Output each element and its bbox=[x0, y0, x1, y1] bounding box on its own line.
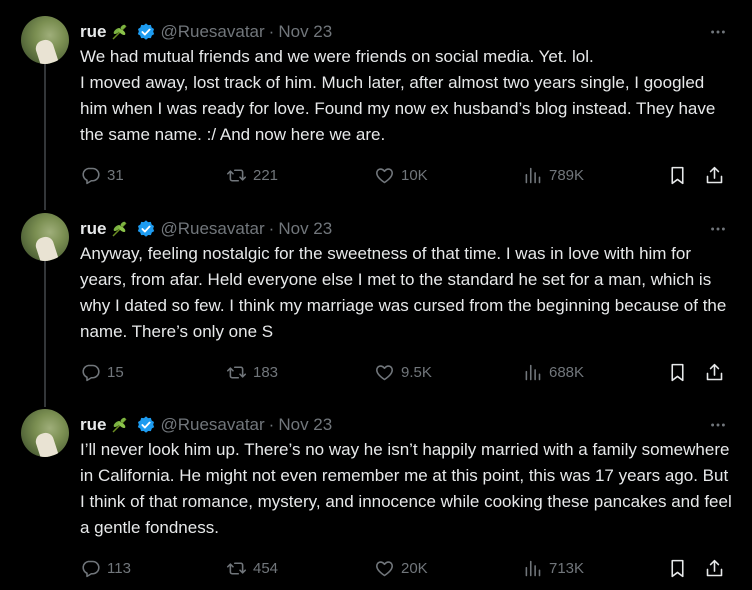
display-name[interactable]: rue bbox=[80, 219, 106, 239]
more-dots-icon[interactable] bbox=[708, 415, 728, 435]
tweet-actions: 31 221 10K 789K bbox=[78, 160, 738, 190]
tweet-3[interactable]: rue @Ruesavatar · Nov 23 I’ll never look… bbox=[0, 393, 752, 590]
bookmark-button[interactable] bbox=[667, 160, 688, 190]
share-icon bbox=[706, 166, 723, 183]
display-name[interactable]: rue bbox=[80, 22, 106, 42]
views-chart-icon bbox=[525, 560, 541, 576]
tweet-text: Anyway, feeling nostalgic for the sweetn… bbox=[80, 244, 732, 341]
heart-icon bbox=[376, 167, 393, 183]
like-count: 9.5K bbox=[401, 363, 432, 381]
separator-dot: · bbox=[268, 219, 275, 238]
tweet-2[interactable]: rue @Ruesavatar · Nov 23 Anyway, feeling… bbox=[0, 197, 752, 407]
tweet-actions: 113 454 20K 713K bbox=[78, 553, 738, 583]
tweet-header: rue @Ruesavatar · Nov 23 bbox=[80, 20, 332, 44]
share-icon bbox=[706, 363, 723, 380]
tweet-header: rue @Ruesavatar · Nov 23 bbox=[80, 413, 332, 437]
views-count: 789K bbox=[549, 166, 585, 184]
leaf-emoji-icon bbox=[110, 415, 130, 435]
user-handle[interactable]: @Ruesavatar bbox=[160, 22, 264, 42]
tweet-date[interactable]: Nov 23 bbox=[278, 22, 332, 42]
like-button[interactable]: 10K bbox=[374, 160, 428, 190]
like-button[interactable]: 20K bbox=[374, 553, 428, 583]
views-button[interactable]: 688K bbox=[522, 357, 584, 387]
like-button[interactable]: 9.5K bbox=[374, 357, 432, 387]
reply-count: 15 bbox=[107, 363, 124, 381]
verified-badge-icon[interactable] bbox=[136, 219, 156, 239]
tweet-actions: 15 183 9.5K 688K bbox=[78, 357, 738, 387]
reply-icon bbox=[82, 364, 100, 381]
retweet-icon bbox=[226, 365, 247, 379]
display-name[interactable]: rue bbox=[80, 415, 106, 435]
views-button[interactable]: 789K bbox=[522, 160, 584, 190]
bookmark-button[interactable] bbox=[667, 553, 688, 583]
heart-icon bbox=[376, 560, 393, 576]
tweet-text: I’ll never look him up. There’s no way h… bbox=[80, 440, 737, 537]
retweet-count: 454 bbox=[253, 559, 279, 577]
reply-icon bbox=[82, 560, 100, 577]
bookmark-icon bbox=[671, 363, 684, 381]
thread-connector-line bbox=[44, 257, 46, 407]
retweet-icon bbox=[226, 561, 247, 575]
user-handle[interactable]: @Ruesavatar bbox=[160, 219, 264, 239]
share-button[interactable] bbox=[704, 160, 725, 190]
retweet-icon bbox=[226, 168, 247, 182]
bookmark-icon bbox=[671, 559, 684, 577]
reply-icon bbox=[82, 167, 100, 184]
avatar[interactable] bbox=[21, 409, 69, 457]
views-count: 713K bbox=[549, 559, 585, 577]
reply-button[interactable]: 31 bbox=[80, 160, 124, 190]
retweet-count: 183 bbox=[253, 363, 279, 381]
leaf-emoji-icon bbox=[110, 219, 130, 239]
like-count: 10K bbox=[401, 166, 428, 184]
retweet-button[interactable]: 454 bbox=[226, 553, 278, 583]
leaf-emoji-icon bbox=[110, 22, 130, 42]
verified-badge-icon[interactable] bbox=[136, 22, 156, 42]
share-button[interactable] bbox=[704, 357, 725, 387]
tweet-date[interactable]: Nov 23 bbox=[278, 219, 332, 239]
avatar[interactable] bbox=[21, 213, 69, 261]
retweet-button[interactable]: 183 bbox=[226, 357, 278, 387]
reply-button[interactable]: 15 bbox=[80, 357, 124, 387]
views-button[interactable]: 713K bbox=[522, 553, 584, 583]
more-dots-icon[interactable] bbox=[708, 22, 728, 42]
separator-dot: · bbox=[268, 415, 275, 434]
tweet-header: rue @Ruesavatar · Nov 23 bbox=[80, 217, 332, 241]
share-button[interactable] bbox=[704, 553, 725, 583]
verified-badge-icon[interactable] bbox=[136, 415, 156, 435]
separator-dot: · bbox=[268, 22, 275, 41]
more-dots-icon[interactable] bbox=[708, 219, 728, 239]
views-chart-icon bbox=[525, 167, 541, 183]
share-icon bbox=[706, 559, 723, 576]
retweet-button[interactable]: 221 bbox=[226, 160, 278, 190]
views-count: 688K bbox=[549, 363, 585, 381]
heart-icon bbox=[376, 364, 393, 380]
reply-button[interactable]: 113 bbox=[80, 553, 131, 583]
tweet-text: We had mutual friends and we were friend… bbox=[80, 47, 716, 144]
avatar[interactable] bbox=[21, 16, 69, 64]
reply-count: 31 bbox=[107, 166, 124, 184]
views-chart-icon bbox=[525, 364, 541, 380]
bookmark-icon bbox=[671, 166, 684, 184]
tweet-date[interactable]: Nov 23 bbox=[278, 415, 332, 435]
bookmark-button[interactable] bbox=[667, 357, 688, 387]
reply-count: 113 bbox=[107, 559, 131, 577]
like-count: 20K bbox=[401, 559, 428, 577]
retweet-count: 221 bbox=[253, 166, 279, 184]
tweet-1[interactable]: rue @Ruesavatar · Nov 23 We had mutual f… bbox=[0, 0, 752, 210]
user-handle[interactable]: @Ruesavatar bbox=[160, 415, 264, 435]
thread-connector-line bbox=[44, 60, 46, 210]
